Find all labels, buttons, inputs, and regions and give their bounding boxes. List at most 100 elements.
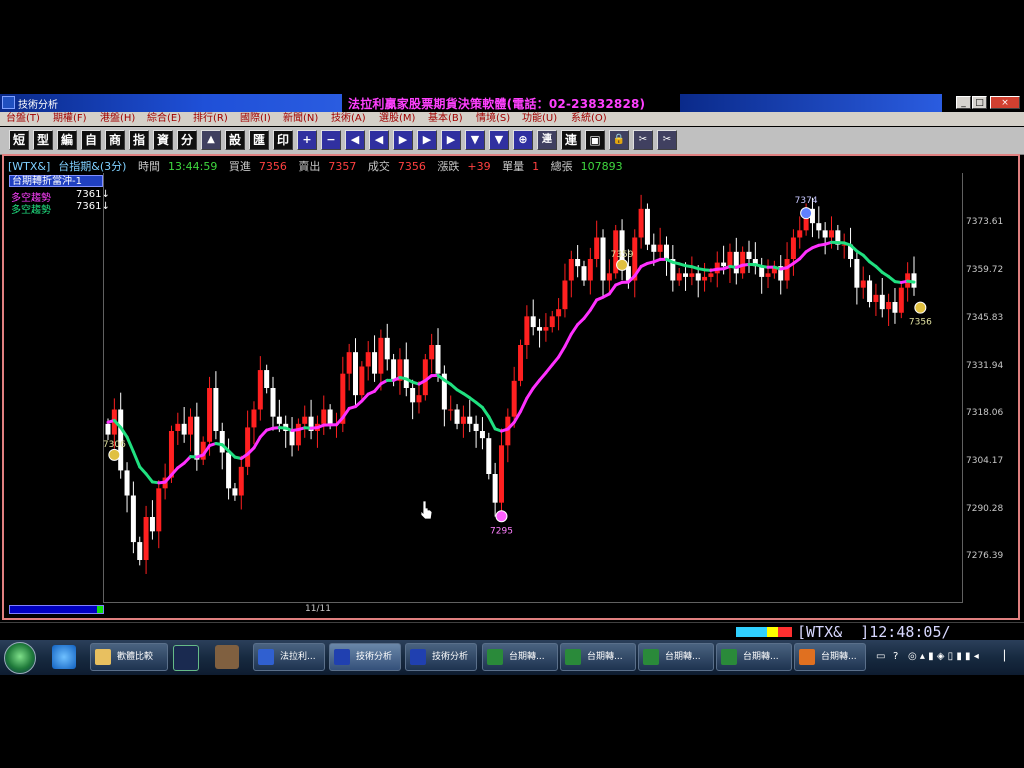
candle-body	[137, 542, 143, 560]
trend-line-segment	[588, 298, 599, 312]
candle-body	[124, 470, 130, 496]
candle-body	[467, 416, 473, 424]
media-player-icon[interactable]	[173, 645, 199, 671]
system-tray-icons[interactable]: ◎ ▴ ▮ ◈ ▯ ▮ ▮ ◂	[908, 651, 979, 662]
trend-line-segment	[131, 450, 142, 469]
candle-body	[448, 409, 454, 411]
taskbar-item-excel[interactable]: 台期轉...	[560, 643, 636, 671]
chart-scrollbar[interactable]	[9, 605, 104, 614]
candle-body	[295, 423, 301, 446]
candle-body	[276, 416, 282, 424]
candle-body	[651, 244, 657, 252]
candle-body	[492, 474, 498, 503]
candle-body	[378, 337, 384, 374]
candle-body	[524, 316, 530, 345]
candle-body	[270, 388, 276, 417]
candle-body	[530, 316, 536, 328]
candle-body	[879, 294, 885, 310]
candle-body	[257, 370, 263, 410]
candle-body	[683, 273, 689, 277]
candle-body	[854, 259, 860, 288]
taskbar-item-excel[interactable]: 台期轉...	[716, 643, 792, 671]
signal-label: 7359	[611, 250, 634, 260]
status-clock: [WTX&_ ]12:48:05/	[797, 623, 951, 641]
candle-body	[702, 276, 708, 281]
candle-body	[498, 445, 504, 503]
candle-body	[689, 273, 695, 277]
taskbar-item-ferrari[interactable]: 法拉利...	[253, 643, 325, 671]
signal-marker-icon	[108, 448, 121, 461]
signal-marker-icon	[914, 301, 927, 314]
candle-body	[790, 237, 796, 259]
taskbar-label: 歡體比較	[117, 652, 154, 662]
candle-body	[226, 452, 232, 489]
taskbar-item-office[interactable]: 台期轉...	[794, 643, 866, 671]
candle-body	[238, 466, 244, 496]
app-icon[interactable]	[215, 645, 239, 669]
x-axis-date: 11/11	[305, 604, 331, 614]
candle-body	[219, 431, 225, 453]
candle-body	[575, 259, 581, 267]
candle-body	[638, 208, 644, 238]
candle-body	[188, 416, 194, 435]
signal-marker-icon	[616, 258, 629, 271]
candle-body	[867, 280, 873, 302]
taskbar-item-excel[interactable]: 台期轉...	[638, 643, 714, 671]
trend-line-segment	[569, 323, 580, 336]
trend-line-segment	[125, 435, 135, 454]
trend-line-segment	[582, 308, 592, 320]
candle-body	[657, 244, 663, 252]
y-tick: 7359.72	[966, 265, 1004, 275]
candle-body	[194, 416, 200, 460]
candle-body	[828, 230, 834, 238]
trend-line-segment	[525, 386, 535, 400]
candle-body	[429, 345, 435, 360]
app-icon	[258, 649, 274, 665]
candle-body	[556, 309, 562, 317]
candle-body	[892, 302, 898, 313]
candle-body	[479, 431, 485, 439]
trend-line-segment	[563, 332, 573, 348]
start-button[interactable]	[4, 642, 36, 674]
y-tick: 7304.17	[966, 456, 1004, 466]
candle-body	[606, 273, 612, 281]
signal-label: 7356	[909, 318, 932, 328]
scrollbar-thumb[interactable]	[97, 606, 103, 613]
candle-body	[816, 223, 822, 231]
candle-body	[346, 352, 352, 374]
candle-body	[156, 488, 162, 532]
signal-label: 7306	[103, 440, 126, 450]
taskbar-item-excel[interactable]: 台期轉...	[482, 643, 558, 671]
candle-body	[207, 388, 213, 442]
excel-icon	[565, 649, 581, 665]
candle-body	[232, 488, 238, 496]
candle-body	[454, 409, 460, 424]
candle-body	[549, 316, 555, 328]
keyboard-icon[interactable]: ▭	[876, 651, 885, 662]
candle-body	[562, 280, 568, 310]
candle-body	[581, 266, 587, 281]
candle-body	[105, 423, 111, 435]
internet-explorer-icon[interactable]	[52, 645, 76, 669]
candle-body	[708, 273, 714, 277]
candle-body	[537, 327, 543, 331]
candle-body	[511, 380, 517, 417]
candle-body	[822, 230, 828, 238]
candle-body	[473, 423, 479, 431]
candle-body	[600, 237, 606, 281]
taskbar-item-folder[interactable]: 歡體比較	[90, 643, 168, 671]
status-color-strip	[736, 627, 792, 637]
candle-body	[359, 366, 365, 396]
show-desktop-button[interactable]: ▏	[1004, 651, 1012, 662]
taskbar-item-tech-analysis-active[interactable]: 技術分析	[329, 643, 401, 671]
help-icon[interactable]: ?	[893, 651, 898, 662]
taskbar-item-tech-analysis[interactable]: 技術分析	[405, 643, 477, 671]
trend-line-segment	[487, 415, 497, 431]
candle-body	[886, 302, 892, 310]
trend-line-segment	[531, 378, 542, 390]
candle-body	[695, 273, 701, 281]
taskbar-label: 台期轉...	[665, 652, 701, 662]
candle-body	[327, 409, 333, 424]
candle-body	[676, 273, 682, 281]
y-tick: 7345.83	[966, 313, 1004, 323]
